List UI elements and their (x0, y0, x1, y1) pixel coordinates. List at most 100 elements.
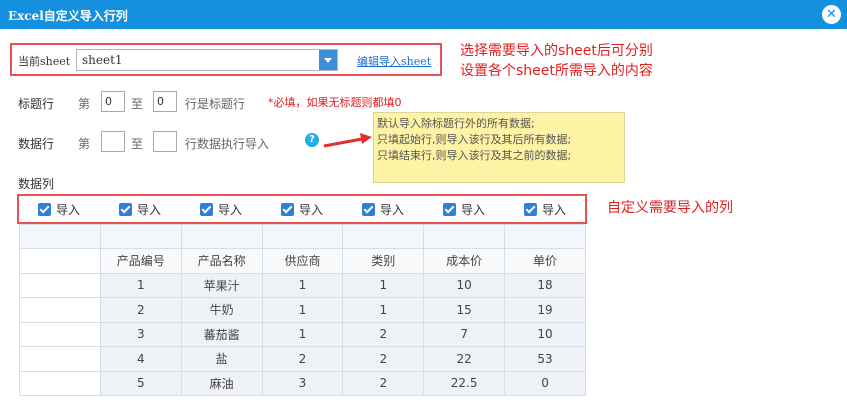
import-checkbox-label: 导入 (218, 203, 243, 217)
table-cell: 22.5 (423, 370, 506, 396)
table-blank-row (19, 224, 586, 249)
title-row-end-input[interactable]: 0 (153, 91, 177, 112)
checkbox-checked-icon (524, 203, 537, 216)
table-cell: 19 (504, 297, 586, 323)
columns-annotation: 自定义需要导入的列 (607, 200, 733, 216)
table-row: 2 牛奶 1 1 15 19 (19, 297, 586, 323)
table-cell: 1 (261, 321, 344, 347)
table-cell (342, 224, 425, 249)
import-checkbox-label: 导入 (461, 203, 486, 217)
table-cell (180, 224, 263, 249)
table-cell: 1 (261, 297, 344, 323)
table-cell: 10 (423, 272, 506, 298)
table-cell: 麻油 (180, 370, 263, 396)
import-checkbox-label: 导入 (542, 203, 567, 217)
table-cell (19, 224, 101, 249)
import-checkbox-3[interactable]: 导入 (200, 201, 242, 218)
data-row-end-input[interactable] (153, 131, 177, 152)
row-header-cell (19, 272, 101, 298)
table-header-row: 产品编号 产品名称 供应商 类别 成本价 单价 (19, 248, 586, 274)
close-icon[interactable]: ✕ (822, 5, 841, 24)
import-checkbox-label: 导入 (137, 203, 162, 217)
import-checkbox-label: 导入 (299, 203, 324, 217)
table-row: 3 蕃茄酱 1 2 7 10 (19, 321, 586, 347)
column-header: 单价 (504, 248, 586, 274)
title-row-start-input[interactable]: 0 (101, 91, 125, 112)
data-preview-table: 产品编号 产品名称 供应商 类别 成本价 单价 1 苹果汁 1 1 10 18 … (19, 224, 586, 396)
table-cell: 苹果汁 (180, 272, 263, 298)
title-row-prefix: 第 (78, 97, 91, 111)
table-cell (504, 224, 586, 249)
table-cell (99, 224, 182, 249)
data-row-label: 数据行 (18, 137, 55, 151)
table-cell: 2 (261, 346, 344, 372)
sheet-annotation: 选择需要导入的sheet后可分别 设置各个sheet所需导入的内容 (460, 41, 653, 81)
table-cell: 5 (99, 370, 182, 396)
title-row-label: 标题行 (18, 97, 55, 111)
import-checkbox-2[interactable]: 导入 (119, 201, 161, 218)
table-cell: 53 (504, 346, 586, 372)
table-cell: 10 (504, 321, 586, 347)
table-row: 5 麻油 3 2 22.5 0 (19, 370, 586, 396)
title-row-suffix: 行是标题行 (185, 97, 246, 111)
checkbox-checked-icon (362, 203, 375, 216)
table-cell: 3 (261, 370, 344, 396)
row-header-cell (19, 248, 101, 274)
table-cell (423, 224, 506, 249)
table-cell: 2 (342, 370, 425, 396)
import-checkbox-5[interactable]: 导入 (362, 201, 404, 218)
checkbox-checked-icon (38, 203, 51, 216)
sheet-annotation-line2: 设置各个sheet所需导入的内容 (460, 63, 653, 79)
table-cell: 蕃茄酱 (180, 321, 263, 347)
data-row-suffix: 行数据执行导入 (185, 137, 270, 151)
import-checkbox-4[interactable]: 导入 (281, 201, 323, 218)
table-cell: 4 (99, 346, 182, 372)
tooltip-line1: 默认导入除标题行外的所有数据; (377, 117, 535, 130)
title-row-to: 至 (131, 97, 144, 111)
sheet-annotation-line1: 选择需要导入的sheet后可分别 (460, 43, 653, 59)
table-row: 1 苹果汁 1 1 10 18 (19, 272, 586, 298)
checkbox-checked-icon (119, 203, 132, 216)
window-title: Excel自定义导入行列 (8, 9, 128, 23)
checkbox-checked-icon (200, 203, 213, 216)
import-checkbox-1[interactable]: 导入 (38, 201, 80, 218)
edit-sheet-link[interactable]: 编辑导入sheet (357, 53, 431, 69)
table-cell: 3 (99, 321, 182, 347)
table-cell: 2 (342, 321, 425, 347)
current-sheet-label: 当前sheet (18, 55, 71, 68)
required-note: *必填，如果无标题则都填0 (268, 96, 402, 109)
import-checkbox-6[interactable]: 导入 (443, 201, 485, 218)
table-cell: 2 (99, 297, 182, 323)
table-cell: 盐 (180, 346, 263, 372)
data-row-to: 至 (131, 137, 144, 151)
table-cell (261, 224, 344, 249)
table-cell: 22 (423, 346, 506, 372)
row-header-cell (19, 297, 101, 323)
table-cell: 2 (342, 346, 425, 372)
table-cell: 7 (423, 321, 506, 347)
column-header: 成本价 (423, 248, 506, 274)
table-cell: 0 (504, 370, 586, 396)
table-cell: 1 (99, 272, 182, 298)
import-checkbox-7[interactable]: 导入 (524, 201, 566, 218)
table-cell: 15 (423, 297, 506, 323)
table-cell: 1 (261, 272, 344, 298)
table-row: 4 盐 2 2 22 53 (19, 346, 586, 372)
column-header: 产品编号 (99, 248, 182, 274)
row-header-cell (19, 370, 101, 396)
sheet-select[interactable]: sheet1 (76, 49, 338, 71)
import-checkbox-label: 导入 (380, 203, 405, 217)
import-checkbox-label: 导入 (56, 203, 81, 217)
sheet-select-value: sheet1 (82, 53, 123, 67)
table-cell: 牛奶 (180, 297, 263, 323)
tooltip-line3: 只填结束行,则导入该行及其之前的数据; (377, 149, 572, 162)
help-tooltip: 默认导入除标题行外的所有数据; 只填起始行,则导入该行及其后所有数据; 只填结束… (373, 112, 625, 183)
checkbox-checked-icon (281, 203, 294, 216)
help-icon[interactable]: ? (305, 133, 319, 147)
data-row-prefix: 第 (78, 137, 91, 151)
chevron-down-icon[interactable] (319, 50, 337, 70)
table-cell: 1 (342, 297, 425, 323)
row-header-cell (19, 321, 101, 347)
data-row-start-input[interactable] (101, 131, 125, 152)
window-titlebar: Excel自定义导入行列 ✕ (0, 0, 847, 29)
